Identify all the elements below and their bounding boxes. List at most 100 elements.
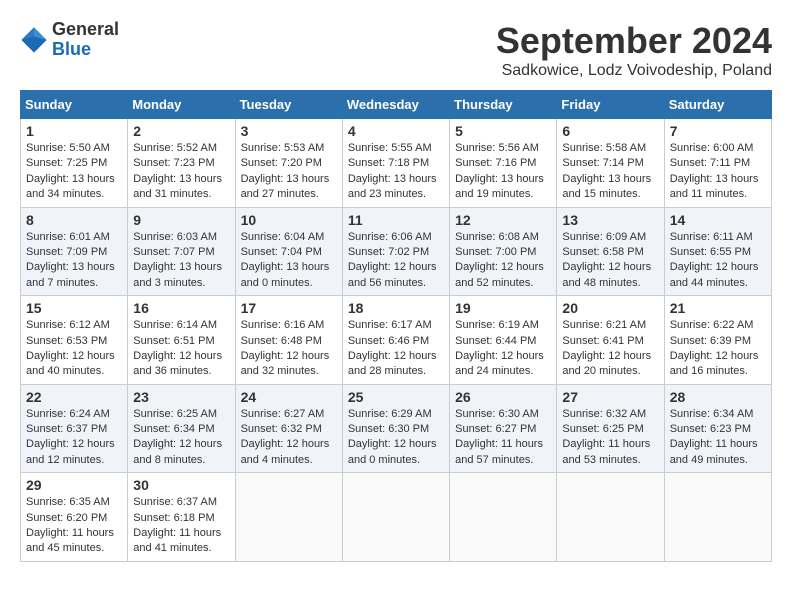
- table-row: 6 Sunrise: 5:58 AMSunset: 7:14 PMDayligh…: [557, 119, 664, 208]
- logo: General Blue: [20, 20, 119, 60]
- day-info: Sunrise: 6:08 AMSunset: 7:00 PMDaylight:…: [455, 230, 551, 292]
- day-info: Sunrise: 5:58 AMSunset: 7:14 PMDaylight:…: [562, 141, 658, 203]
- col-wednesday: Wednesday: [342, 91, 449, 119]
- day-info: Sunrise: 6:27 AMSunset: 6:32 PMDaylight:…: [241, 407, 337, 469]
- col-tuesday: Tuesday: [235, 91, 342, 119]
- day-number: 14: [670, 212, 766, 228]
- table-row: 7 Sunrise: 6:00 AMSunset: 7:11 PMDayligh…: [664, 119, 771, 208]
- day-number: 5: [455, 123, 551, 139]
- day-number: 10: [241, 212, 337, 228]
- day-number: 8: [26, 212, 122, 228]
- day-number: 30: [133, 477, 229, 493]
- header-row: Sunday Monday Tuesday Wednesday Thursday…: [21, 91, 772, 119]
- day-number: 25: [348, 389, 444, 405]
- day-info: Sunrise: 6:19 AMSunset: 6:44 PMDaylight:…: [455, 318, 551, 380]
- table-row: 18 Sunrise: 6:17 AMSunset: 6:46 PMDaylig…: [342, 296, 449, 385]
- day-info: Sunrise: 6:16 AMSunset: 6:48 PMDaylight:…: [241, 318, 337, 380]
- col-sunday: Sunday: [21, 91, 128, 119]
- day-info: Sunrise: 6:25 AMSunset: 6:34 PMDaylight:…: [133, 407, 229, 469]
- table-row: 17 Sunrise: 6:16 AMSunset: 6:48 PMDaylig…: [235, 296, 342, 385]
- table-row: 20 Sunrise: 6:21 AMSunset: 6:41 PMDaylig…: [557, 296, 664, 385]
- table-row: 25 Sunrise: 6:29 AMSunset: 6:30 PMDaylig…: [342, 384, 449, 473]
- day-info: Sunrise: 6:09 AMSunset: 6:58 PMDaylight:…: [562, 230, 658, 292]
- calendar-table: Sunday Monday Tuesday Wednesday Thursday…: [20, 90, 772, 562]
- month-title: September 2024: [496, 20, 772, 62]
- table-row: 16 Sunrise: 6:14 AMSunset: 6:51 PMDaylig…: [128, 296, 235, 385]
- table-row: 27 Sunrise: 6:32 AMSunset: 6:25 PMDaylig…: [557, 384, 664, 473]
- table-row: [450, 473, 557, 562]
- table-row: 29 Sunrise: 6:35 AMSunset: 6:20 PMDaylig…: [21, 473, 128, 562]
- day-info: Sunrise: 6:34 AMSunset: 6:23 PMDaylight:…: [670, 407, 766, 469]
- location-title: Sadkowice, Lodz Voivodeship, Poland: [496, 62, 772, 80]
- col-monday: Monday: [128, 91, 235, 119]
- page-header: General Blue September 2024 Sadkowice, L…: [20, 20, 772, 80]
- title-section: September 2024 Sadkowice, Lodz Voivodesh…: [496, 20, 772, 80]
- day-number: 18: [348, 300, 444, 316]
- day-number: 16: [133, 300, 229, 316]
- table-row: 5 Sunrise: 5:56 AMSunset: 7:16 PMDayligh…: [450, 119, 557, 208]
- table-row: 14 Sunrise: 6:11 AMSunset: 6:55 PMDaylig…: [664, 207, 771, 296]
- day-number: 19: [455, 300, 551, 316]
- day-number: 4: [348, 123, 444, 139]
- day-number: 29: [26, 477, 122, 493]
- table-row: 12 Sunrise: 6:08 AMSunset: 7:00 PMDaylig…: [450, 207, 557, 296]
- table-row: 19 Sunrise: 6:19 AMSunset: 6:44 PMDaylig…: [450, 296, 557, 385]
- day-number: 28: [670, 389, 766, 405]
- table-row: 22 Sunrise: 6:24 AMSunset: 6:37 PMDaylig…: [21, 384, 128, 473]
- day-number: 7: [670, 123, 766, 139]
- day-number: 23: [133, 389, 229, 405]
- table-row: 9 Sunrise: 6:03 AMSunset: 7:07 PMDayligh…: [128, 207, 235, 296]
- logo-blue: Blue: [52, 40, 119, 60]
- calendar-week-2: 8 Sunrise: 6:01 AMSunset: 7:09 PMDayligh…: [21, 207, 772, 296]
- day-number: 15: [26, 300, 122, 316]
- day-number: 3: [241, 123, 337, 139]
- calendar-week-3: 15 Sunrise: 6:12 AMSunset: 6:53 PMDaylig…: [21, 296, 772, 385]
- day-number: 11: [348, 212, 444, 228]
- day-number: 2: [133, 123, 229, 139]
- table-row: 13 Sunrise: 6:09 AMSunset: 6:58 PMDaylig…: [557, 207, 664, 296]
- day-number: 6: [562, 123, 658, 139]
- day-number: 9: [133, 212, 229, 228]
- day-info: Sunrise: 6:32 AMSunset: 6:25 PMDaylight:…: [562, 407, 658, 469]
- table-row: 26 Sunrise: 6:30 AMSunset: 6:27 PMDaylig…: [450, 384, 557, 473]
- day-number: 22: [26, 389, 122, 405]
- day-info: Sunrise: 6:17 AMSunset: 6:46 PMDaylight:…: [348, 318, 444, 380]
- day-info: Sunrise: 6:24 AMSunset: 6:37 PMDaylight:…: [26, 407, 122, 469]
- day-info: Sunrise: 6:37 AMSunset: 6:18 PMDaylight:…: [133, 495, 229, 557]
- logo-general: General: [52, 20, 119, 40]
- day-info: Sunrise: 6:29 AMSunset: 6:30 PMDaylight:…: [348, 407, 444, 469]
- day-info: Sunrise: 6:21 AMSunset: 6:41 PMDaylight:…: [562, 318, 658, 380]
- table-row: [235, 473, 342, 562]
- logo-icon: [20, 26, 48, 54]
- day-info: Sunrise: 6:04 AMSunset: 7:04 PMDaylight:…: [241, 230, 337, 292]
- calendar-week-1: 1 Sunrise: 5:50 AMSunset: 7:25 PMDayligh…: [21, 119, 772, 208]
- day-info: Sunrise: 6:22 AMSunset: 6:39 PMDaylight:…: [670, 318, 766, 380]
- col-thursday: Thursday: [450, 91, 557, 119]
- day-info: Sunrise: 6:30 AMSunset: 6:27 PMDaylight:…: [455, 407, 551, 469]
- day-info: Sunrise: 6:35 AMSunset: 6:20 PMDaylight:…: [26, 495, 122, 557]
- table-row: 8 Sunrise: 6:01 AMSunset: 7:09 PMDayligh…: [21, 207, 128, 296]
- day-info: Sunrise: 6:12 AMSunset: 6:53 PMDaylight:…: [26, 318, 122, 380]
- table-row: [342, 473, 449, 562]
- day-number: 17: [241, 300, 337, 316]
- day-number: 26: [455, 389, 551, 405]
- day-info: Sunrise: 6:00 AMSunset: 7:11 PMDaylight:…: [670, 141, 766, 203]
- table-row: 3 Sunrise: 5:53 AMSunset: 7:20 PMDayligh…: [235, 119, 342, 208]
- table-row: [664, 473, 771, 562]
- table-row: 30 Sunrise: 6:37 AMSunset: 6:18 PMDaylig…: [128, 473, 235, 562]
- table-row: 21 Sunrise: 6:22 AMSunset: 6:39 PMDaylig…: [664, 296, 771, 385]
- logo-text: General Blue: [52, 20, 119, 60]
- table-row: 4 Sunrise: 5:55 AMSunset: 7:18 PMDayligh…: [342, 119, 449, 208]
- col-saturday: Saturday: [664, 91, 771, 119]
- table-row: 10 Sunrise: 6:04 AMSunset: 7:04 PMDaylig…: [235, 207, 342, 296]
- day-info: Sunrise: 5:52 AMSunset: 7:23 PMDaylight:…: [133, 141, 229, 203]
- table-row: 2 Sunrise: 5:52 AMSunset: 7:23 PMDayligh…: [128, 119, 235, 208]
- day-info: Sunrise: 6:06 AMSunset: 7:02 PMDaylight:…: [348, 230, 444, 292]
- day-number: 20: [562, 300, 658, 316]
- table-row: 11 Sunrise: 6:06 AMSunset: 7:02 PMDaylig…: [342, 207, 449, 296]
- day-info: Sunrise: 6:03 AMSunset: 7:07 PMDaylight:…: [133, 230, 229, 292]
- table-row: [557, 473, 664, 562]
- table-row: 23 Sunrise: 6:25 AMSunset: 6:34 PMDaylig…: [128, 384, 235, 473]
- day-info: Sunrise: 6:14 AMSunset: 6:51 PMDaylight:…: [133, 318, 229, 380]
- col-friday: Friday: [557, 91, 664, 119]
